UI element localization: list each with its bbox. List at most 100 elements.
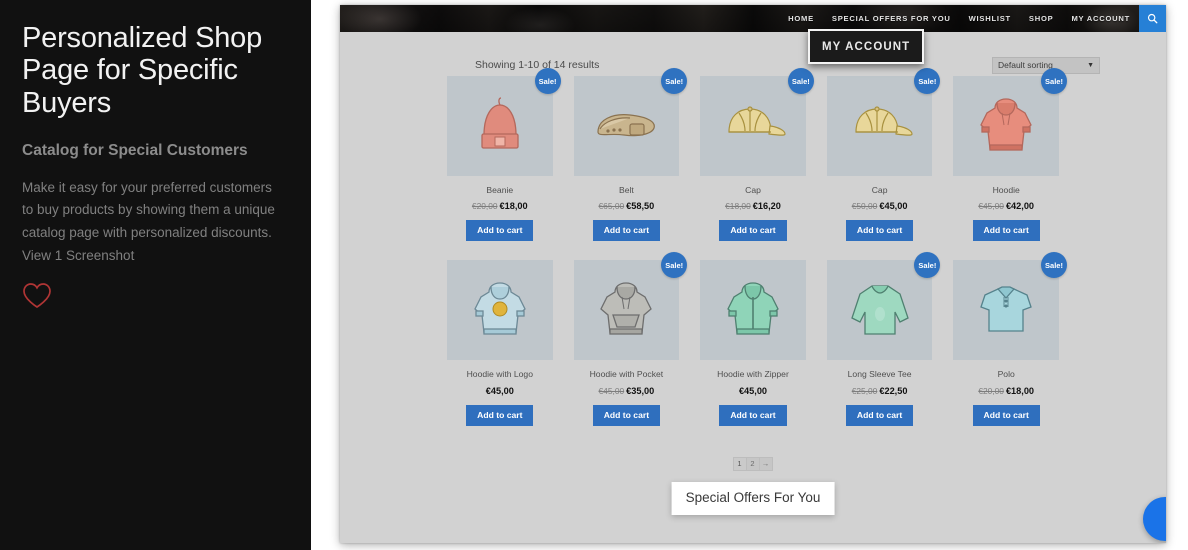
product-thumbnail[interactable] bbox=[573, 260, 680, 361]
product-thumbnail[interactable] bbox=[447, 260, 553, 361]
product-price: €45,00 bbox=[738, 385, 768, 396]
product-old-price: €45,00 bbox=[598, 385, 625, 396]
product-name: Hoodie bbox=[992, 185, 1020, 195]
feature-subtitle: Catalog for Special Customers bbox=[22, 142, 248, 160]
product-thumbnail[interactable] bbox=[700, 260, 806, 361]
sale-badge: Sale! bbox=[661, 252, 688, 279]
product-price: €35,00 bbox=[626, 385, 655, 396]
nav-item-my-account[interactable]: MY ACCOUNT bbox=[1062, 5, 1139, 32]
add-to-cart-button[interactable]: Add to cart bbox=[592, 404, 661, 426]
nav-item-home[interactable]: HOME bbox=[779, 5, 823, 32]
hoodie-icon bbox=[980, 98, 1032, 151]
tooltip-special-offers-label: Special Offers For You bbox=[685, 490, 821, 505]
screenshot-panel: HOME SPECIAL OFFERS FOR YOU WISHLIST SHO… bbox=[340, 5, 1166, 543]
pagination: 1 2 → bbox=[366, 456, 1140, 471]
sale-badge: Sale! bbox=[787, 68, 814, 94]
product-name: Long Sleeve Tee bbox=[847, 369, 912, 380]
product-card[interactable]: Sale! Cap €50,00 €45,00 Add to cart bbox=[826, 68, 941, 242]
product-name: Hoodie with Zipper bbox=[717, 369, 789, 380]
add-to-cart-button[interactable]: Add to cart bbox=[719, 404, 787, 426]
hoodie-logo-icon bbox=[473, 282, 526, 335]
page-root: Personalized Shop Page for Specific Buye… bbox=[0, 0, 1188, 550]
product-old-price: €65,00 bbox=[598, 201, 625, 212]
favorite-button[interactable] bbox=[22, 282, 289, 309]
add-to-cart-button[interactable]: Add to cart bbox=[845, 404, 914, 426]
product-thumbnail[interactable] bbox=[826, 260, 933, 361]
add-to-cart-button[interactable]: Add to cart bbox=[592, 220, 661, 242]
product-old-price: €25,00 bbox=[851, 385, 878, 396]
product-price: €58,50 bbox=[626, 201, 655, 212]
sale-badge: Sale! bbox=[914, 252, 941, 279]
feature-sidebar: Personalized Shop Page for Specific Buye… bbox=[0, 0, 311, 550]
product-name: Hoodie with Logo bbox=[466, 369, 533, 380]
product-price-row: €65,00 €58,50 bbox=[574, 201, 680, 212]
main-navigation: HOME SPECIAL OFFERS FOR YOU WISHLIST SHO… bbox=[779, 5, 1166, 32]
product-card[interactable]: Hoodie with Logo €45,00 Add to cart bbox=[447, 260, 553, 426]
product-price: €18,00 bbox=[499, 201, 528, 212]
shop-toolbar: Showing 1-10 of 14 results Default sorti… bbox=[366, 32, 1140, 78]
search-button[interactable] bbox=[1139, 5, 1166, 32]
sale-badge: Sale! bbox=[1040, 252, 1067, 279]
product-name: Hoodie with Pocket bbox=[589, 369, 664, 380]
nav-item-shop[interactable]: SHOP bbox=[1020, 5, 1063, 32]
product-price-row: €18,00 €16,20 bbox=[700, 201, 806, 212]
product-old-price: €50,00 bbox=[851, 201, 878, 212]
product-thumbnail[interactable] bbox=[447, 76, 553, 176]
heart-icon bbox=[23, 283, 51, 309]
add-to-cart-button[interactable]: Add to cart bbox=[466, 220, 534, 242]
search-icon bbox=[1147, 13, 1158, 24]
pagination-page-2[interactable]: 2 bbox=[745, 456, 760, 471]
product-price: €45,00 bbox=[879, 201, 908, 212]
add-to-cart-button[interactable]: Add to cart bbox=[845, 220, 914, 242]
product-card[interactable]: Sale! Long Sleeve Tee €25,00 €22,50 Add t… bbox=[826, 252, 941, 426]
product-card[interactable]: Sale! Belt €65,00 €58,50 Add to cart bbox=[573, 68, 688, 242]
product-price-row: €25,00 €22,50 bbox=[827, 386, 933, 397]
product-card[interactable]: Sale! Polo €20,00 €18,00 Add to cart bbox=[953, 252, 1067, 426]
product-name: Belt bbox=[618, 185, 634, 195]
sort-dropdown-value: Default sorting bbox=[998, 60, 1053, 70]
product-thumbnail[interactable] bbox=[573, 76, 680, 176]
longsleeve-icon bbox=[850, 285, 909, 335]
hoodie-pocket-icon bbox=[600, 282, 653, 335]
polo-icon bbox=[980, 286, 1033, 332]
product-price: €22,50 bbox=[879, 385, 908, 396]
product-card[interactable]: Sale! Hoodie with Pocket €45,00 €35,00 Ad… bbox=[573, 252, 688, 426]
product-card[interactable]: Hoodie with Zipper €45,00 Add to cart bbox=[700, 260, 806, 426]
product-thumbnail[interactable] bbox=[953, 260, 1059, 361]
product-thumbnail[interactable] bbox=[700, 76, 806, 176]
add-to-cart-button[interactable]: Add to cart bbox=[972, 220, 1040, 242]
nav-item-special-offers[interactable]: SPECIAL OFFERS FOR YOU bbox=[823, 5, 960, 32]
product-card[interactable]: Sale! Hoodie €45,00 €42,00 Add to cart bbox=[953, 68, 1067, 242]
product-name: Polo bbox=[997, 369, 1015, 380]
product-thumbnail[interactable] bbox=[953, 76, 1059, 176]
site-header: HOME SPECIAL OFFERS FOR YOU WISHLIST SHO… bbox=[340, 5, 1166, 32]
product-old-price: €20,00 bbox=[978, 385, 1004, 396]
product-name: Cap bbox=[871, 185, 888, 195]
page-title: Personalized Shop Page for Specific Buye… bbox=[22, 22, 263, 119]
product-price-row: €20,00 €18,00 bbox=[447, 201, 553, 212]
hoodie-zipper-icon bbox=[727, 282, 779, 335]
product-old-price: €18,00 bbox=[725, 201, 751, 212]
pagination-next-icon[interactable]: → bbox=[758, 456, 773, 471]
sale-badge: Sale! bbox=[1040, 68, 1067, 94]
product-price: €42,00 bbox=[1005, 201, 1035, 212]
product-grid: Sale! Beanie €20,00 €18,00 Add to cart Sa… bbox=[366, 68, 1140, 426]
chevron-down-icon: ▼ bbox=[1087, 61, 1094, 69]
add-to-cart-button[interactable]: Add to cart bbox=[466, 404, 534, 426]
product-card[interactable]: Sale! Beanie €20,00 €18,00 Add to cart bbox=[447, 68, 561, 242]
results-count: Showing 1-10 of 14 results bbox=[475, 59, 600, 71]
add-to-cart-button[interactable]: Add to cart bbox=[972, 404, 1040, 426]
product-price-row: €45,00 bbox=[447, 386, 553, 397]
pagination-page-1[interactable]: 1 bbox=[732, 456, 747, 471]
sale-badge: Sale! bbox=[534, 68, 561, 94]
product-price-row: €50,00 €45,00 bbox=[827, 201, 933, 212]
cap-icon bbox=[854, 106, 913, 136]
product-name: Cap bbox=[745, 185, 761, 195]
product-price-row: €45,00 bbox=[700, 386, 806, 397]
product-price: €18,00 bbox=[1005, 385, 1035, 396]
cap-icon bbox=[728, 106, 786, 136]
add-to-cart-button[interactable]: Add to cart bbox=[719, 220, 787, 242]
nav-item-wishlist[interactable]: WISHLIST bbox=[960, 5, 1020, 32]
product-thumbnail[interactable] bbox=[826, 76, 933, 176]
product-card[interactable]: Sale! Cap €18,00 €16,20 Add to cart bbox=[700, 68, 814, 242]
